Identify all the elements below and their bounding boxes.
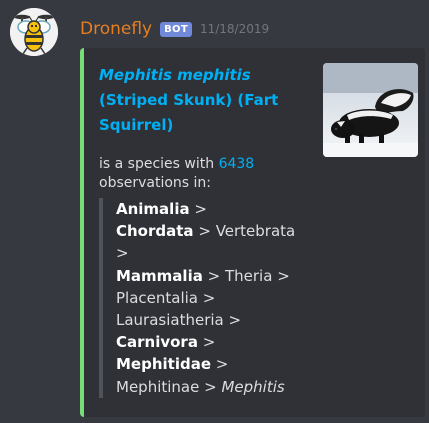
striped-skunk-photo-icon	[323, 63, 418, 157]
embed-description: is a species with 6438 observations in:	[99, 155, 314, 193]
taxon-separator: >	[202, 288, 216, 307]
taxon-separator: >	[116, 244, 129, 263]
taxon-separator: >	[198, 222, 211, 241]
avatar[interactable]	[10, 8, 58, 56]
taxon-separator: >	[202, 333, 216, 352]
taxonomy-blockquote: Animalia > Chordata > Vertebrata > Mamma…	[99, 198, 319, 398]
bee-drone-icon	[10, 8, 58, 56]
taxon-separator: >	[207, 266, 221, 285]
taxon-subclass: Theria	[224, 266, 273, 285]
taxon-phylum: Chordata	[116, 222, 194, 241]
bot-badge: BOT	[160, 21, 192, 37]
timestamp[interactable]: 11/18/2019	[200, 22, 269, 36]
taxon-separator: >	[194, 200, 207, 218]
taxon-separator: >	[277, 266, 290, 285]
embed-title[interactable]: Mephitis mephitis (Striped Skunk) (Fart …	[99, 63, 314, 138]
taxon-separator: >	[215, 355, 229, 374]
description-text-after: observations in:	[99, 175, 212, 191]
taxon-subfamily: Mephitinae	[116, 377, 200, 396]
taxon-subphylum: Vertebrata	[215, 222, 296, 241]
taxon-class: Mammalia	[116, 266, 203, 285]
taxon-separator: >	[204, 377, 217, 396]
embed-title-common-name[interactable]: (Striped Skunk) (Fart Squirrel)	[99, 91, 278, 134]
taxon-superorder: Laurasiatheria	[116, 311, 224, 330]
username[interactable]: Dronefly	[80, 19, 152, 39]
taxon-kingdom: Animalia	[116, 200, 190, 218]
description-text-before: is a species with	[99, 156, 219, 172]
embed: Mephitis mephitis (Striped Skunk) (Fart …	[80, 48, 425, 417]
taxon-family: Mephitidae	[116, 355, 212, 374]
taxon-order: Carnivora	[116, 333, 198, 352]
message-header: Dronefly BOT 11/18/2019	[80, 15, 269, 43]
embed-title-scientific-name[interactable]: Mephitis mephitis	[99, 63, 314, 88]
embed-thumbnail[interactable]	[323, 63, 418, 157]
observations-count-link[interactable]: 6438	[219, 156, 255, 172]
chat-message: Dronefly BOT 11/18/2019 Mephitis mephiti…	[0, 0, 429, 423]
taxon-separator: >	[228, 311, 242, 330]
taxon-genus: Mephitis	[221, 377, 285, 396]
taxon-infraclass: Placentalia	[116, 288, 198, 307]
